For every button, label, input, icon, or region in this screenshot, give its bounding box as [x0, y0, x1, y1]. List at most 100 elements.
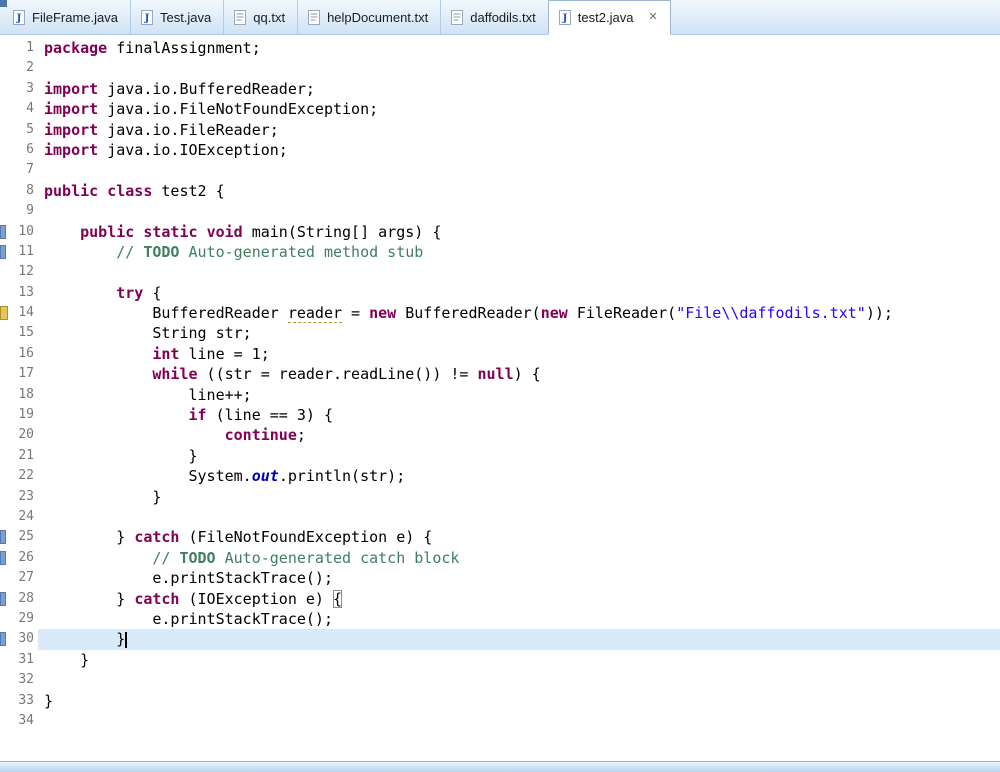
code-text: } [38, 691, 1000, 711]
window-corner-chip [0, 0, 7, 7]
java-file-icon: J [140, 9, 154, 25]
annotation-ruler-cell [0, 58, 9, 78]
code-segment: catch [134, 589, 180, 608]
code-line-15[interactable]: 15 String str; [0, 323, 1000, 343]
code-segment: new [540, 304, 568, 323]
editor-tab-daffodils-txt[interactable]: daffodils.txt [441, 0, 549, 34]
code-line-16[interactable]: 16 int line = 1; [0, 344, 1000, 364]
line-number: 32 [18, 672, 34, 688]
line-number: 33 [18, 692, 34, 708]
code-segment: null [477, 365, 514, 384]
code-line-9[interactable]: 9 [0, 201, 1000, 221]
code-line-25[interactable]: 25 } catch (FileNotFoundException e) { [0, 527, 1000, 547]
line-number: 2 [26, 60, 34, 76]
code-segment: catch [134, 528, 180, 547]
tab-label: test2.java [577, 10, 634, 25]
line-number: 22 [18, 468, 34, 484]
close-icon[interactable]: ✕ [648, 12, 657, 23]
code-line-28[interactable]: 28 } catch (IOException e) { [0, 589, 1000, 609]
annotation-ruler-cell [0, 120, 9, 140]
code-line-12[interactable]: 12 [0, 262, 1000, 282]
code-segment: TODO [179, 548, 216, 567]
code-line-5[interactable]: 5 import java.io.FileReader; [0, 120, 1000, 140]
code-line-29[interactable]: 29 e.printStackTrace(); [0, 609, 1000, 629]
code-line-19[interactable]: 19 if (line == 3) { [0, 405, 1000, 425]
code-line-11[interactable]: 11 // TODO Auto-generated method stub [0, 242, 1000, 262]
editor-tab-fileframe-java[interactable]: J FileFrame.java [3, 0, 131, 34]
annotation-ruler-cell [0, 283, 9, 303]
code-line-24[interactable]: 24 [0, 507, 1000, 527]
code-line-6[interactable]: 6 import java.io.IOException; [0, 140, 1000, 160]
line-number: 27 [18, 570, 34, 586]
code-text: } [38, 487, 1000, 507]
line-number: 15 [18, 325, 34, 341]
code-segment: = [342, 304, 370, 323]
editor-tab-qq-txt[interactable]: qq.txt [224, 0, 299, 34]
code-text: System.out.println(str); [38, 466, 1000, 486]
code-text: // TODO Auto-generated method stub [38, 242, 1000, 262]
code-line-17[interactable]: 17 while ((str = reader.readLine()) != n… [0, 364, 1000, 384]
code-line-31[interactable]: 31 } [0, 650, 1000, 670]
code-line-13[interactable]: 13 try { [0, 283, 1000, 303]
range-marker[interactable] [0, 632, 6, 647]
code-line-26[interactable]: 26 // TODO Auto-generated catch block [0, 548, 1000, 568]
range-marker[interactable] [0, 530, 6, 545]
code-line-32[interactable]: 32 [0, 670, 1000, 690]
code-line-7[interactable]: 7 [0, 160, 1000, 180]
line-number: 26 [18, 549, 34, 565]
code-segment: import [44, 140, 99, 159]
code-line-14[interactable]: 14 BufferedReader reader = new BufferedR… [0, 303, 1000, 324]
code-segment: ; [296, 426, 306, 445]
range-marker[interactable] [0, 591, 6, 606]
code-line-27[interactable]: 27 e.printStackTrace(); [0, 568, 1000, 588]
code-line-21[interactable]: 21 } [0, 446, 1000, 466]
code-segment: line++; [44, 385, 252, 404]
code-segment: while [152, 365, 198, 384]
code-line-20[interactable]: 20 continue; [0, 425, 1000, 445]
editor-tab-test-java[interactable]: J Test.java [131, 0, 225, 34]
code-line-1[interactable]: 1 package finalAssignment; [0, 38, 1000, 58]
annotation-ruler-cell [0, 629, 9, 649]
annotation-ruler-cell [0, 507, 9, 527]
code-segment: try [116, 283, 144, 302]
code-line-2[interactable]: 2 [0, 58, 1000, 78]
code-line-3[interactable]: 3 import java.io.BufferedReader; [0, 79, 1000, 99]
editor-tab-test2-java[interactable]: Jtest2.java ✕ [547, 0, 671, 35]
code-line-10[interactable]: 10 public static void main(String[] args… [0, 222, 1000, 242]
warning-marker[interactable] [0, 306, 8, 321]
code-line-18[interactable]: 18 line++; [0, 385, 1000, 405]
annotation-ruler-cell [0, 79, 9, 99]
tab-label: qq.txt [253, 9, 286, 25]
code-line-34[interactable]: 34 [0, 711, 1000, 731]
annotation-ruler-cell [0, 405, 9, 425]
line-number: 18 [18, 386, 34, 402]
bottom-panel-edge[interactable] [0, 761, 1000, 772]
code-line-23[interactable]: 23 } [0, 487, 1000, 507]
code-segment: import [44, 120, 99, 139]
code-line-30[interactable]: 30 } [0, 629, 1000, 650]
code-line-4[interactable]: 4 import java.io.FileNotFoundException; [0, 99, 1000, 119]
code-text: try { [38, 283, 1000, 303]
code-segment: } [44, 446, 198, 465]
task-marker[interactable] [0, 550, 6, 565]
code-segment: Auto-generated method stub [179, 242, 424, 261]
code-segment: (IOException e) [179, 589, 333, 608]
range-marker[interactable] [0, 224, 6, 239]
annotation-ruler-cell [0, 609, 9, 629]
code-line-22[interactable]: 22 System.out.println(str); [0, 466, 1000, 486]
code-line-33[interactable]: 33} [0, 691, 1000, 711]
line-number: 23 [18, 488, 34, 504]
annotation-ruler-cell [0, 466, 9, 486]
code-segment: public [44, 181, 99, 200]
code-line-8[interactable]: 8 public class test2 { [0, 181, 1000, 201]
tab-label: helpDocument.txt [327, 9, 429, 25]
code-text: line++; [38, 385, 1000, 405]
editor-tab-helpdocument-txt[interactable]: helpDocument.txt [298, 0, 442, 34]
task-marker[interactable] [0, 244, 6, 259]
code-editor[interactable]: 1 package finalAssignment; 2 3 import java.i… [0, 35, 1000, 762]
